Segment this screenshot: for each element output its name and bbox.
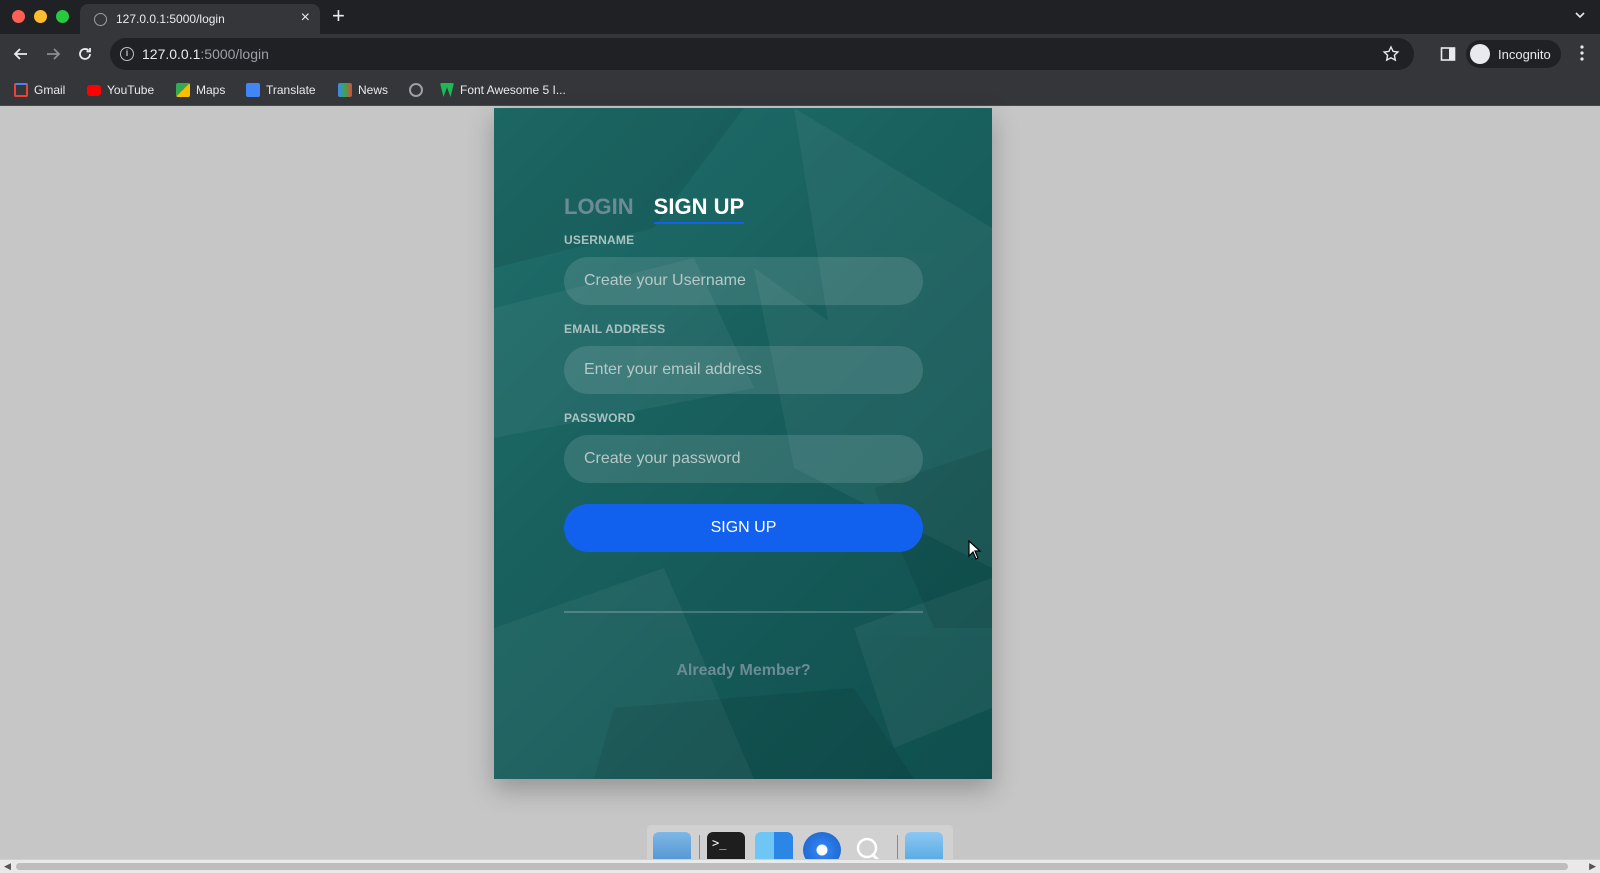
password-label: PASSWORD	[564, 411, 636, 425]
password-input[interactable]	[564, 435, 923, 483]
bookmark-star-icon[interactable]	[1382, 45, 1400, 63]
browser-toolbar: i 127.0.0.1:5000/login Incognito	[0, 34, 1600, 74]
close-window-button[interactable]	[12, 10, 25, 23]
forward-button[interactable]	[42, 43, 64, 65]
globe-icon	[409, 83, 423, 97]
reload-icon	[79, 48, 91, 60]
bookmarks-bar: Gmail YouTube Maps Translate News Font A…	[0, 74, 1600, 106]
scrollbar-thumb[interactable]	[16, 863, 1568, 870]
browser-tabbar: 127.0.0.1:5000/login × +	[0, 0, 1600, 34]
new-tab-button[interactable]: +	[332, 4, 345, 28]
back-button[interactable]	[10, 43, 32, 65]
signup-card: LOGIN SIGN UP USERNAME EMAIL ADDRESS PAS…	[494, 108, 992, 779]
tab-signup[interactable]: SIGN UP	[653, 194, 745, 224]
info-icon[interactable]: i	[120, 47, 134, 61]
news-icon	[338, 83, 352, 97]
divider	[564, 611, 923, 613]
scroll-right-icon[interactable]: ▶	[1589, 861, 1596, 872]
tab-login[interactable]: LOGIN	[564, 194, 634, 224]
more-menu-icon[interactable]	[1580, 45, 1584, 61]
incognito-label: Incognito	[1498, 46, 1551, 62]
maps-icon	[176, 83, 190, 97]
email-label: EMAIL ADDRESS	[564, 322, 666, 336]
horizontal-scrollbar[interactable]: ◀ ▶	[0, 859, 1600, 873]
bookmark-translate[interactable]: Translate	[246, 81, 316, 99]
maximize-window-button[interactable]	[56, 10, 69, 23]
globe-icon	[94, 13, 107, 26]
email-input[interactable]	[564, 346, 923, 394]
auth-tabs: LOGIN SIGN UP	[564, 194, 745, 224]
tab-title: 127.0.0.1:5000/login	[116, 12, 225, 26]
username-label: USERNAME	[564, 233, 635, 247]
already-member-link[interactable]: Already Member?	[564, 662, 923, 680]
username-input[interactable]	[564, 257, 923, 305]
address-bar[interactable]: i 127.0.0.1:5000/login	[110, 38, 1414, 70]
url-text[interactable]: 127.0.0.1:5000/login	[142, 46, 269, 62]
bookmark-maps[interactable]: Maps	[176, 81, 225, 99]
incognito-badge[interactable]: Incognito	[1466, 40, 1561, 68]
signup-button[interactable]: SIGN UP	[564, 504, 923, 552]
font-awesome-icon	[440, 83, 454, 97]
side-panel-icon[interactable]	[1440, 46, 1456, 62]
mouse-cursor-icon	[968, 540, 982, 560]
back-arrow-icon	[13, 48, 27, 60]
bookmark-news[interactable]: News	[338, 81, 388, 99]
translate-icon	[246, 83, 260, 97]
chevron-down-icon[interactable]	[1574, 9, 1586, 21]
minimize-window-button[interactable]	[34, 10, 47, 23]
page-viewport: LOGIN SIGN UP USERNAME EMAIL ADDRESS PAS…	[0, 107, 1600, 859]
reload-button[interactable]	[74, 43, 96, 65]
bookmark-font-awesome[interactable]: Font Awesome 5 I...	[440, 81, 566, 99]
incognito-icon	[1470, 44, 1490, 64]
close-tab-icon[interactable]: ×	[301, 9, 310, 27]
gmail-icon	[14, 83, 28, 97]
bookmark-gmail[interactable]: Gmail	[14, 81, 65, 99]
youtube-icon	[87, 84, 101, 96]
bookmark-globe[interactable]	[409, 81, 423, 99]
scroll-left-icon[interactable]: ◀	[4, 861, 11, 872]
bookmark-youtube[interactable]: YouTube	[87, 81, 154, 99]
browser-tab[interactable]: 127.0.0.1:5000/login ×	[80, 4, 320, 34]
forward-arrow-icon	[47, 48, 61, 60]
